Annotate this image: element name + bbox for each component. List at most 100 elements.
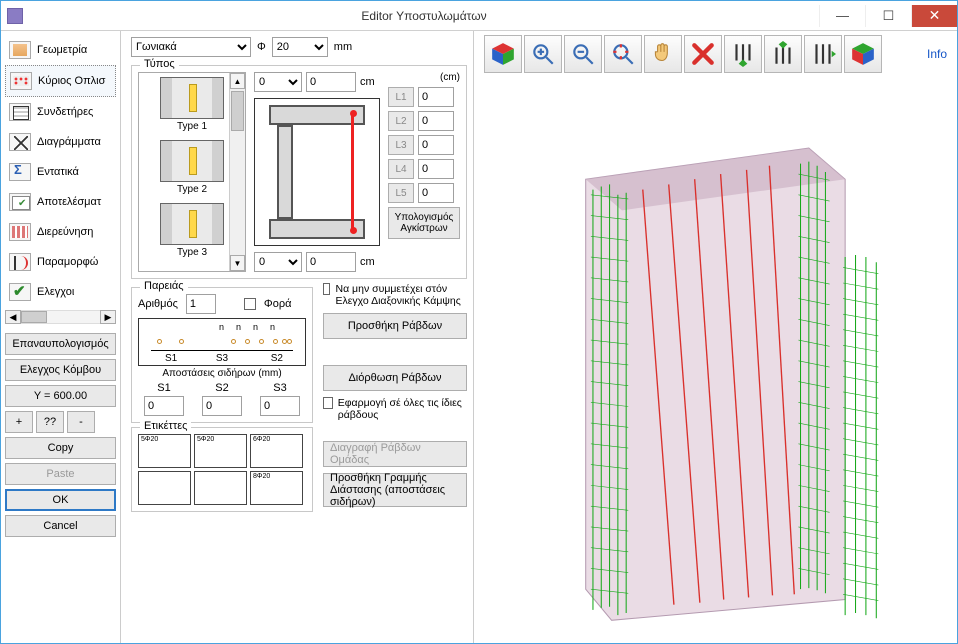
check-icon: [9, 283, 31, 301]
tool-zoom-extents-icon[interactable]: [604, 35, 642, 73]
query-button[interactable]: ??: [36, 411, 64, 433]
type-thumb-icon: [160, 203, 224, 245]
label-cell[interactable]: [138, 471, 191, 505]
label-cell[interactable]: [138, 434, 191, 468]
l1-input[interactable]: [418, 87, 454, 107]
results-icon: [9, 193, 31, 211]
l5-input[interactable]: [418, 183, 454, 203]
app-icon: [7, 8, 23, 24]
info-link[interactable]: Info: [927, 47, 947, 61]
s1-input[interactable]: [144, 396, 184, 416]
tool-delete-icon[interactable]: [684, 35, 722, 73]
l2-input[interactable]: [418, 111, 454, 131]
nav-label: Εντατικά: [37, 166, 79, 178]
plus-button[interactable]: +: [5, 411, 33, 433]
apply-all-checkbox[interactable]: [323, 397, 333, 409]
rebar-icon: [10, 72, 32, 90]
paste-button[interactable]: Paste: [5, 463, 116, 485]
maximize-button[interactable]: ☐: [865, 5, 911, 27]
add-dim-line-button[interactable]: Προσθήκη Γραμμής Διάστασης (αποστάσεις σ…: [323, 473, 467, 507]
app-window: Editor Υποστυλωμάτων — ☐ ✕ Γεωμετρία Κύρ…: [0, 0, 958, 644]
tool-bars-up-icon[interactable]: [764, 35, 802, 73]
scroll-down-icon[interactable]: ▼: [230, 255, 245, 271]
nav-main-rebar[interactable]: Κύριος Οπλισ: [5, 65, 116, 97]
nav-deformations[interactable]: Παραμορφώ: [5, 247, 116, 277]
scroll-up-icon[interactable]: ▲: [230, 73, 245, 89]
l5-label: L5: [388, 183, 414, 203]
fora-checkbox[interactable]: [244, 298, 256, 310]
3d-viewport[interactable]: [474, 77, 957, 643]
l3-input[interactable]: [418, 135, 454, 155]
cm-header: (cm): [388, 72, 460, 83]
nav-geometry[interactable]: Γεωμετρία: [5, 35, 116, 65]
scroll-thumb[interactable]: [21, 311, 47, 323]
bot-dim-select[interactable]: 0: [254, 252, 302, 272]
scroll-track[interactable]: [21, 310, 100, 324]
tool-pan-icon[interactable]: [644, 35, 682, 73]
nav-investigation[interactable]: Διερεύνηση: [5, 217, 116, 247]
type-thumb-icon: [160, 140, 224, 182]
type-group: Τύπος Type 1 Type 2 Type 3: [131, 65, 467, 279]
top-dim-input[interactable]: [306, 72, 356, 92]
label-cell[interactable]: [194, 434, 247, 468]
geometry-icon: [9, 41, 31, 59]
scroll-right-icon[interactable]: ▶: [100, 310, 116, 324]
scroll-left-icon[interactable]: ◀: [5, 310, 21, 324]
nav-label: Ελεγχοι: [37, 286, 74, 298]
diameter-select[interactable]: 20: [272, 37, 328, 57]
l1-label: L1: [388, 87, 414, 107]
nav-forces[interactable]: Εντατικά: [5, 157, 116, 187]
side-group: Παρειάς Αριθμός Φορά nnnn: [131, 287, 313, 423]
l4-label: L4: [388, 159, 414, 179]
window-title: Editor Υποστυλωμάτων: [29, 9, 819, 23]
s2-input[interactable]: [202, 396, 242, 416]
count-input[interactable]: [186, 294, 216, 314]
label-cell[interactable]: [194, 471, 247, 505]
ok-button[interactable]: OK: [5, 489, 116, 511]
s3-input[interactable]: [260, 396, 300, 416]
viewport-panel: Info: [473, 31, 957, 643]
minus-button[interactable]: -: [67, 411, 95, 433]
fix-bars-button[interactable]: Διόρθωση Ράβδων: [323, 365, 467, 391]
count-label: Αριθμός: [138, 298, 178, 310]
recalc-button[interactable]: Επαναυπολογισμός: [5, 333, 116, 355]
l2-label: L2: [388, 111, 414, 131]
layout-select[interactable]: Γωνιακά: [131, 37, 251, 57]
tool-cube2-icon[interactable]: [844, 35, 882, 73]
minimize-button[interactable]: —: [819, 5, 865, 27]
bot-dim-input[interactable]: [306, 252, 356, 272]
cancel-button[interactable]: Cancel: [5, 515, 116, 537]
joint-check-button[interactable]: Ελεγχος Κόμβου: [5, 359, 116, 381]
spacing-header: Αποστάσεις σιδήρων (mm): [138, 368, 306, 379]
tool-zoom-out-icon[interactable]: [564, 35, 602, 73]
tool-bars-right-icon[interactable]: [804, 35, 842, 73]
nav-label: Γεωμετρία: [37, 44, 87, 56]
fora-label: Φορά: [264, 298, 292, 310]
tool-cube-icon[interactable]: [484, 35, 522, 73]
nav-results[interactable]: Αποτελέσματ: [5, 187, 116, 217]
tool-zoom-in-icon[interactable]: [524, 35, 562, 73]
close-button[interactable]: ✕: [911, 5, 957, 27]
actions-column: Να μην συμμετέχει στόν Ελεγχο Διαξονικής…: [323, 283, 467, 512]
y-value-button[interactable]: Y = 600.00: [5, 385, 116, 407]
type-scrollbar[interactable]: ▲ ▼: [229, 73, 245, 271]
top-dim-select[interactable]: 0: [254, 72, 302, 92]
l4-input[interactable]: [418, 159, 454, 179]
exclude-checkbox[interactable]: [323, 283, 330, 295]
tool-bars-down-icon[interactable]: [724, 35, 762, 73]
type-list[interactable]: Type 1 Type 2 Type 3 ▲: [138, 72, 246, 272]
form-panel: Γωνιακά Φ 20 mm Τύπος Type 1: [121, 31, 473, 643]
add-bars-button[interactable]: Προσθήκη Ράβδων: [323, 313, 467, 339]
delete-group-button[interactable]: Διαγραφή Ράβδων Ομάδας: [323, 441, 467, 467]
mm-label: mm: [334, 41, 352, 53]
nav-diagrams[interactable]: Διαγράμματα: [5, 127, 116, 157]
nav-checks[interactable]: Ελεγχοι: [5, 277, 116, 307]
label-cell[interactable]: [250, 471, 303, 505]
nav-scrollbar[interactable]: ◀ ▶: [5, 309, 116, 325]
hooks-button[interactable]: Υπολογισμός Αγκίστρων: [388, 207, 460, 239]
labels-group: Ετικέττες: [131, 427, 313, 512]
copy-button[interactable]: Copy: [5, 437, 116, 459]
nav-label: Διερεύνηση: [37, 226, 93, 238]
label-cell[interactable]: [250, 434, 303, 468]
nav-ties[interactable]: Συνδετήρες: [5, 97, 116, 127]
